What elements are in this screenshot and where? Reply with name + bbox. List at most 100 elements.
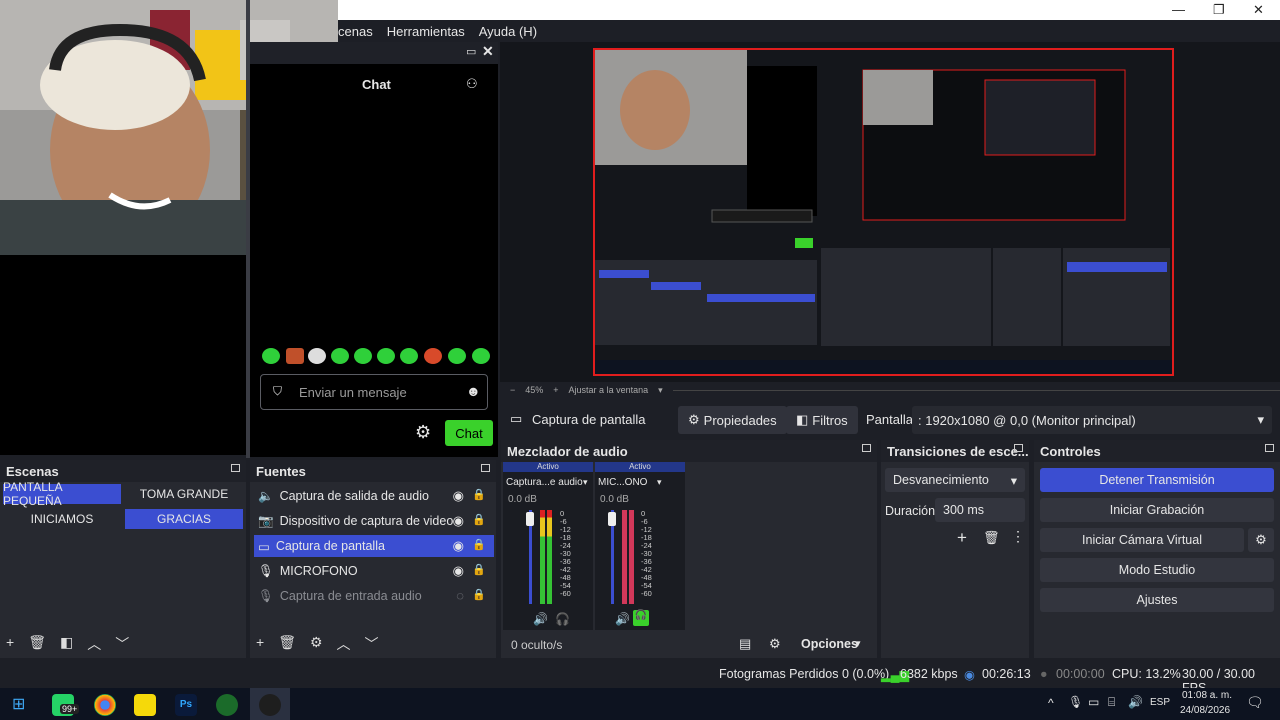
obs-taskbar-active[interactable]: [250, 688, 290, 720]
source-audio-output[interactable]: 🔈 Captura de salida de audio ◉ 🔒: [254, 485, 494, 507]
studio-mode-button[interactable]: Modo Estudio: [1040, 558, 1274, 582]
undock-icon[interactable]: [1265, 444, 1274, 452]
undock-icon[interactable]: [1014, 444, 1023, 452]
virtual-camera-button[interactable]: Iniciar Cámara Virtual: [1040, 528, 1244, 552]
photoshop-icon[interactable]: Ps: [175, 694, 197, 716]
layout-icon[interactable]: ▤: [739, 636, 751, 652]
add-icon[interactable]: +: [256, 634, 264, 654]
trash-icon[interactable]: 🗑: [28, 634, 46, 654]
notifications-icon[interactable]: 🗨: [1246, 694, 1264, 711]
xbox-app-icon[interactable]: [216, 694, 238, 716]
chevron-up-icon[interactable]: ︿: [87, 634, 101, 654]
gear-icon[interactable]: ⚙: [1248, 528, 1274, 552]
undock-icon[interactable]: [862, 444, 871, 452]
sticky-notes-icon[interactable]: [134, 694, 156, 716]
speaker-icon[interactable]: 🔊: [533, 612, 548, 626]
clock-time[interactable]: 01:08 a. m.: [1182, 690, 1232, 701]
source-microphone[interactable]: 🎙 MICROFONO ◉ 🔒: [254, 560, 494, 582]
add-icon[interactable]: +: [6, 634, 14, 654]
trash-icon[interactable]: 🗑: [278, 634, 296, 654]
headphones-icon[interactable]: 🎧: [633, 610, 649, 626]
mic-icon[interactable]: 🎙: [1068, 695, 1083, 709]
obs-icon[interactable]: [259, 694, 281, 716]
volume-handle[interactable]: [526, 512, 534, 526]
scene-pantalla-pequena[interactable]: PANTALLA PEQUEÑA: [3, 480, 121, 508]
clock-date[interactable]: 24/08/2026: [1180, 705, 1230, 716]
close-icon[interactable]: ✕: [482, 43, 494, 60]
headphones-icon[interactable]: 🎧: [555, 612, 570, 626]
zoom-in-button[interactable]: +: [553, 385, 558, 395]
chevron-down-icon[interactable]: ﹀: [115, 634, 129, 654]
menu-tools[interactable]: Herramientas: [387, 24, 465, 39]
chevron-down-icon[interactable]: ▾: [855, 637, 861, 650]
emote-icon[interactable]: [286, 348, 304, 364]
emote-icon[interactable]: [472, 348, 490, 364]
volume-icon[interactable]: 🔊: [1128, 695, 1143, 709]
chevron-up-icon[interactable]: ︿: [337, 634, 351, 654]
lock-icon[interactable]: 🔒: [472, 538, 486, 551]
emoji-icon[interactable]: ☻: [466, 383, 481, 399]
properties-button[interactable]: ⚙ Propiedades: [678, 406, 787, 434]
network-icon[interactable]: ⌸: [1108, 695, 1115, 710]
chevron-down-icon[interactable]: ﹀: [365, 634, 379, 654]
filter-icon[interactable]: ◧: [60, 634, 73, 654]
menu-scenes[interactable]: cenas: [338, 24, 373, 39]
duration-input[interactable]: 300 ms: [935, 498, 1025, 522]
emote-icon[interactable]: [331, 348, 349, 364]
users-icon[interactable]: ⚇: [466, 76, 478, 92]
minimize-button[interactable]: —: [1172, 2, 1185, 17]
filters-button[interactable]: ◧ Filtros: [786, 406, 858, 434]
menu-help[interactable]: Ayuda (H): [479, 24, 537, 39]
lock-icon[interactable]: 🔒: [472, 588, 486, 601]
windows-start-icon[interactable]: ⊞: [12, 694, 25, 714]
emote-icon[interactable]: [448, 348, 466, 364]
chevron-down-icon[interactable]: ▾: [583, 477, 588, 488]
speaker-icon[interactable]: 🔊: [615, 612, 630, 626]
mixer-options-button[interactable]: Opciones: [801, 637, 858, 651]
emote-icon[interactable]: [262, 348, 280, 364]
undock-icon[interactable]: [481, 464, 490, 472]
start-recording-button[interactable]: Iniciar Grabación: [1040, 498, 1274, 522]
emote-icon[interactable]: [377, 348, 395, 364]
undock-icon[interactable]: [231, 464, 240, 472]
eye-icon[interactable]: ◉: [453, 538, 464, 554]
screen-select[interactable]: : 1920x1080 @ 0,0 (Monitor principal) ▾: [912, 406, 1272, 434]
scene-toma-grande[interactable]: TOMA GRANDE: [125, 484, 243, 504]
transition-select[interactable]: Desvanecimiento ▾: [885, 468, 1025, 492]
source-audio-input[interactable]: 🎙 Captura de entrada audio ◌ 🔒: [254, 585, 494, 607]
lock-icon[interactable]: 🔒: [472, 488, 486, 501]
chevron-down-icon[interactable]: ▾: [658, 385, 663, 396]
undock-icon[interactable]: ▭: [466, 45, 476, 58]
gear-icon[interactable]: ⚙: [310, 634, 323, 654]
chevron-down-icon[interactable]: ▾: [657, 477, 662, 488]
emote-icon[interactable]: [308, 348, 326, 364]
trash-icon[interactable]: 🗑: [983, 530, 1000, 546]
settings-button[interactable]: Ajustes: [1040, 588, 1274, 612]
language-indicator[interactable]: ESP: [1150, 697, 1170, 708]
source-screen-capture[interactable]: ▭ Captura de pantalla ◉ 🔒: [254, 535, 494, 557]
chrome-icon[interactable]: [94, 694, 116, 716]
emote-icon[interactable]: [354, 348, 372, 364]
lock-icon[interactable]: 🔒: [472, 513, 486, 526]
battery-icon[interactable]: ▭: [1088, 695, 1099, 709]
scene-iniciamos[interactable]: INICIAMOS: [3, 509, 121, 529]
settings-icon[interactable]: ⚙: [415, 422, 431, 443]
eye-icon[interactable]: ◉: [453, 513, 464, 529]
chevron-up-icon[interactable]: ^: [1048, 696, 1054, 710]
fit-to-window[interactable]: Ajustar a la ventana: [569, 385, 649, 395]
zoom-out-button[interactable]: −: [510, 385, 515, 395]
scene-gracias[interactable]: GRACIAS: [125, 509, 243, 529]
gear-icon[interactable]: ⚙: [769, 636, 781, 652]
more-icon[interactable]: ⋮: [1011, 528, 1025, 545]
emote-icon[interactable]: [400, 348, 418, 364]
chat-message-input[interactable]: ⛉ Enviar un mensaje ☻: [260, 374, 488, 410]
emote-icon[interactable]: [424, 348, 442, 364]
source-video-capture[interactable]: 📷 Dispositivo de captura de video ◉ 🔒: [254, 510, 494, 532]
stop-stream-button[interactable]: Detener Transmisión: [1040, 468, 1274, 492]
maximize-button[interactable]: ❐: [1213, 2, 1225, 18]
close-button[interactable]: ✕: [1253, 2, 1264, 18]
eye-hidden-icon[interactable]: ◌: [456, 588, 464, 603]
lock-icon[interactable]: 🔒: [472, 563, 486, 576]
eye-icon[interactable]: ◉: [453, 488, 464, 504]
volume-handle[interactable]: [608, 512, 616, 526]
